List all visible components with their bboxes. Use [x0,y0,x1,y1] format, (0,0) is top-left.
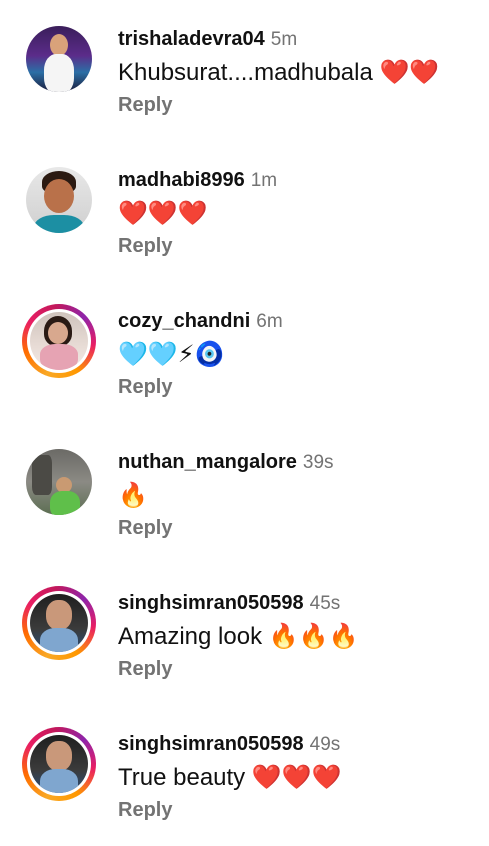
avatar-back-shape [46,600,72,630]
comment-meta: cozy_chandni 6m 🩵🩵⚡🧿 Reply [118,309,479,399]
avatar-body-shape [44,54,74,92]
comment-header: cozy_chandni 6m [118,309,479,334]
avatar-body-shape [34,215,84,233]
comment-header: singhsimran050598 49s [118,732,479,757]
comment-meta: madhabi8996 1m ❤️❤️❤️ Reply [118,168,479,258]
reply-button[interactable]: Reply [118,658,172,681]
reply-button[interactable]: Reply [118,799,172,822]
comment-header: trishaladevra04 5m [118,27,479,52]
reply-button[interactable]: Reply [118,94,172,117]
avatar[interactable] [22,22,96,96]
comment-item: nuthan_mangalore 39s 🔥 Reply [0,423,489,564]
comment-time: 49s [309,734,341,755]
comment-text: True beauty ❤️❤️❤️ [118,764,342,791]
avatar-image [26,449,92,515]
avatar-image [30,735,88,793]
comment-text: Khubsurat....madhubala ❤️❤️ [118,59,440,86]
comment-time: 5m [270,29,298,50]
avatar-ring [27,309,91,373]
avatar-body-shape [50,491,80,515]
comment-time: 39s [302,452,334,473]
avatar-ring [24,24,94,94]
avatar-image [30,312,88,370]
comment-meta: nuthan_mangalore 39s 🔥 Reply [118,450,479,540]
avatar-jeans-shape [40,769,78,793]
avatar-face-shape [48,322,68,344]
comment-header: madhabi8996 1m [118,168,479,193]
username[interactable]: singhsimran050598 [118,592,304,614]
avatar-jeans-shape [40,628,78,652]
username[interactable]: singhsimran050598 [118,733,304,755]
comment-time: 1m [250,170,278,191]
username[interactable]: trishaladevra04 [118,28,265,50]
avatar-image [26,167,92,233]
avatar[interactable] [22,445,96,519]
comment-item: trishaladevra04 5m Khubsurat....madhubala… [0,0,489,141]
avatar-ring [24,165,94,235]
comment-text: 🔥 [118,482,148,509]
avatar-building-shape [32,455,52,495]
avatar-body-shape [40,344,78,370]
comment-time: 6m [256,311,283,332]
avatar-story-ring[interactable] [22,727,96,801]
comment-item: singhsimran050598 49s True beauty ❤️❤️❤️ … [0,705,489,846]
comment-header: nuthan_mangalore 39s [118,450,479,475]
avatar-image [30,594,88,652]
avatar-ring [24,447,94,517]
comment-text: ❤️❤️❤️ [118,200,208,227]
comment-meta: singhsimran050598 45s Amazing look 🔥🔥🔥 Re… [118,591,479,681]
reply-button[interactable]: Reply [118,517,172,540]
avatar[interactable] [22,163,96,237]
avatar-story-ring[interactable] [22,304,96,378]
avatar-face-shape [50,34,68,56]
avatar-ring [27,732,91,796]
avatar-face-shape [44,179,74,213]
comment-meta: trishaladevra04 5m Khubsurat....madhubala… [118,27,479,117]
comment-meta: singhsimran050598 49s True beauty ❤️❤️❤️ … [118,732,479,822]
username[interactable]: cozy_chandni [118,310,250,332]
avatar-image [26,26,92,92]
avatar-story-ring[interactable] [22,586,96,660]
avatar-back-shape [46,741,72,771]
avatar-ring [27,591,91,655]
username[interactable]: madhabi8996 [118,169,245,191]
username[interactable]: nuthan_mangalore [118,451,297,473]
comment-item: singhsimran050598 45s Amazing look 🔥🔥🔥 Re… [0,564,489,705]
comment-time: 45s [309,593,341,614]
comment-item: madhabi8996 1m ❤️❤️❤️ Reply [0,141,489,282]
comment-item: cozy_chandni 6m 🩵🩵⚡🧿 Reply [0,282,489,423]
reply-button[interactable]: Reply [118,376,172,399]
comment-header: singhsimran050598 45s [118,591,479,616]
comment-text: 🩵🩵⚡🧿 [118,341,225,368]
comment-text: Amazing look 🔥🔥🔥 [118,623,359,650]
reply-button[interactable]: Reply [118,235,172,258]
